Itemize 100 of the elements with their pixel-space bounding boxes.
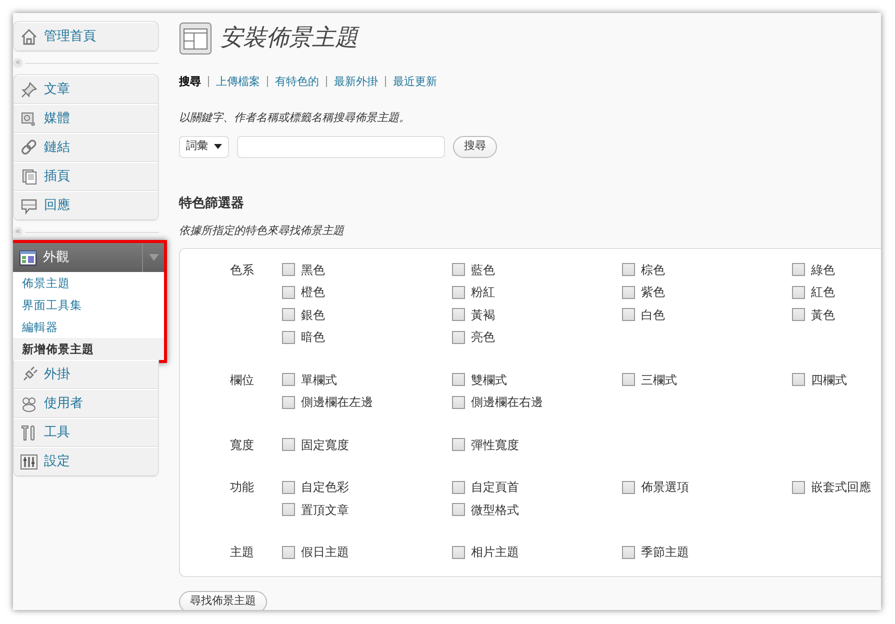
submenu-item[interactable]: 編輯器 [13, 316, 164, 338]
checkbox-label: 藍色 [471, 262, 495, 279]
checkbox[interactable] [792, 308, 805, 322]
menu-item[interactable]: 媒體 [14, 104, 158, 133]
checkbox[interactable] [282, 438, 295, 452]
checkbox[interactable] [452, 263, 465, 276]
checkbox-label: 固定寬度 [301, 436, 349, 454]
menu-item[interactable]: 外觀 [13, 243, 164, 272]
checkbox-label: 橙色 [301, 284, 325, 302]
checkbox-label: 棕色 [641, 262, 665, 279]
checkbox[interactable] [622, 263, 635, 276]
speech-bubble-icon [20, 196, 38, 214]
checkbox[interactable] [622, 308, 635, 322]
checkbox[interactable] [452, 308, 465, 322]
tab[interactable]: 有特色的 [275, 74, 319, 90]
checkbox[interactable] [282, 396, 295, 409]
checkbox[interactable] [282, 286, 295, 299]
checkbox[interactable] [452, 480, 465, 494]
menu-item[interactable]: 設定 [14, 447, 158, 476]
checkbox[interactable] [282, 546, 295, 559]
caret-icon[interactable] [148, 254, 158, 261]
checkbox[interactable] [452, 373, 465, 386]
checkbox-label: 暗色 [301, 329, 325, 346]
submenu-item[interactable]: 界面工具集 [13, 294, 164, 316]
media-icon [20, 110, 38, 128]
menu-item[interactable]: 插頁 [14, 162, 158, 191]
caret-icon [214, 144, 222, 149]
filter-group-label: 功能 [230, 479, 255, 496]
checkbox-label: 微型格式 [471, 502, 519, 519]
checkbox[interactable] [792, 373, 805, 386]
users-icon [20, 394, 38, 412]
checkbox[interactable] [452, 503, 465, 516]
search-field[interactable] [237, 136, 445, 158]
chain-link-icon [20, 138, 38, 156]
checkbox-label: 單欄式 [301, 372, 337, 389]
checkbox-label: 相片主題 [471, 544, 519, 562]
filter-group-label: 主題 [230, 544, 255, 561]
checkbox[interactable] [282, 503, 295, 516]
checkbox[interactable] [622, 480, 635, 494]
menu-item[interactable]: 外掛 [14, 360, 158, 389]
checkbox-label: 佈景選項 [641, 479, 689, 496]
tab[interactable]: 搜尋 [179, 74, 201, 90]
tab[interactable]: 上傳檔案 [216, 74, 260, 90]
submenu-item[interactable]: 佈景主題 [13, 272, 164, 294]
menu-item[interactable]: 回應 [14, 191, 158, 220]
checkbox-label: 黑色 [301, 262, 325, 279]
search-button[interactable]: 搜尋 [453, 136, 497, 158]
layout-icon [179, 22, 212, 55]
checkbox-label: 彈性寬度 [471, 436, 519, 454]
filter-group-label: 欄位 [230, 372, 255, 388]
house-icon [20, 28, 38, 46]
checkbox-label: 置頂文章 [301, 502, 349, 519]
settings-icon [20, 452, 38, 470]
search-description: 以關鍵字、作者名稱或標籤名稱搜尋佈景主題。 [179, 110, 411, 126]
checkbox[interactable] [452, 330, 465, 344]
checkbox[interactable] [282, 480, 295, 494]
checkbox-label: 黃褐 [471, 306, 495, 324]
filter-group-label: 色系 [230, 262, 255, 278]
pages-icon [20, 168, 38, 186]
checkbox-label: 側邊欄在右邊 [471, 394, 543, 412]
checkbox[interactable] [452, 286, 465, 299]
tab[interactable]: 最近更新 [393, 74, 437, 90]
checkbox[interactable] [792, 286, 805, 299]
checkbox[interactable] [282, 373, 295, 386]
menu-item[interactable]: 工具 [14, 418, 158, 447]
submenu-item[interactable]: 新增佈景主題 [13, 338, 164, 360]
checkbox[interactable] [792, 480, 805, 494]
checkbox-label: 季節主題 [641, 544, 689, 562]
menu-item[interactable]: 文章 [14, 75, 158, 104]
checkbox-label: 自定色彩 [301, 479, 349, 496]
checkbox-label: 粉紅 [471, 284, 495, 302]
checkbox[interactable] [622, 546, 635, 559]
checkbox-label: 紫色 [641, 284, 665, 302]
layout-icon [19, 248, 37, 266]
menu-item[interactable]: 使用者 [14, 389, 158, 418]
checkbox[interactable] [282, 308, 295, 322]
checkbox-label: 白色 [641, 306, 665, 324]
menu-item[interactable]: 鏈結 [14, 133, 158, 162]
checkbox[interactable] [622, 286, 635, 299]
page-title: 安裝佈景主題 [220, 24, 358, 53]
search-type-dropdown[interactable]: 詞彙 [179, 136, 229, 158]
checkbox[interactable] [792, 263, 805, 276]
checkbox-label: 亮色 [471, 329, 495, 346]
checkbox-label: 紅色 [811, 284, 835, 302]
menu-item[interactable]: 管理首頁 [14, 22, 158, 51]
checkbox[interactable] [452, 396, 465, 409]
find-themes-button[interactable]: 尋找佈景主題 [179, 590, 267, 610]
checkbox[interactable] [452, 546, 465, 559]
checkbox[interactable] [282, 263, 295, 276]
checkbox[interactable] [452, 438, 465, 452]
section-heading: 特色篩選器 [179, 194, 245, 212]
checkbox-label: 自定頁首 [471, 479, 519, 496]
checkbox-label: 三欄式 [641, 372, 677, 389]
checkbox-label: 四欄式 [811, 372, 847, 389]
checkbox[interactable] [622, 373, 635, 386]
checkbox[interactable] [282, 330, 295, 344]
tab[interactable]: 最新外掛 [334, 74, 378, 90]
checkbox-label: 雙欄式 [471, 372, 507, 389]
checkbox-label: 假日主題 [301, 544, 349, 562]
checkbox-label: 側邊欄在左邊 [301, 394, 373, 412]
